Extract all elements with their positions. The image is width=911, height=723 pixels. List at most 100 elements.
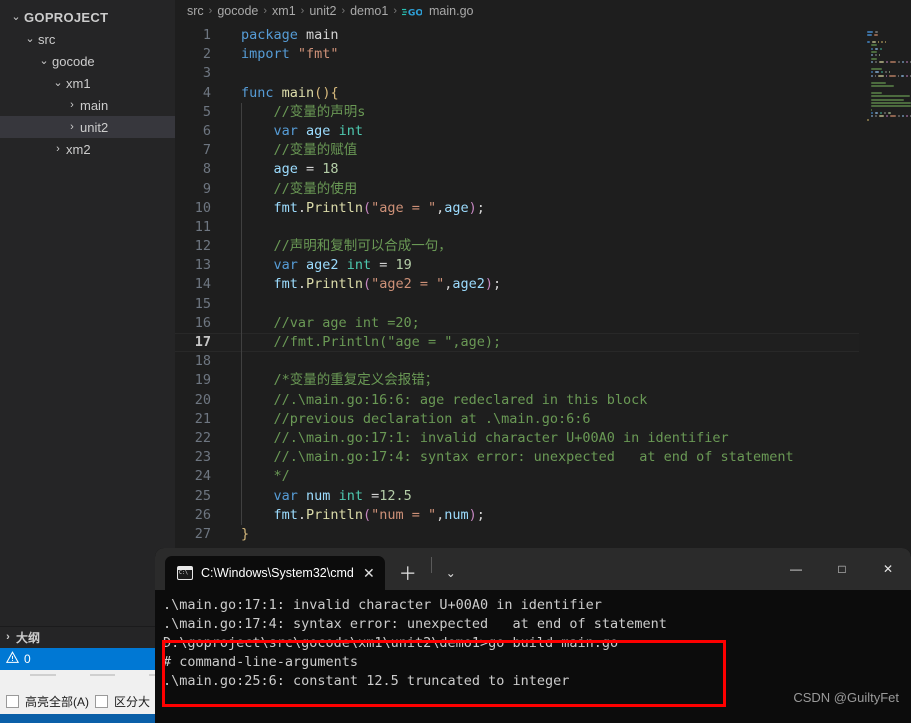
tree-item-label: xm1 bbox=[66, 75, 91, 91]
line-number: 5 bbox=[202, 103, 211, 120]
chevron-right-icon: › bbox=[6, 631, 10, 643]
code-line[interactable]: 20 //.\main.go:16:6: age redeclared in t… bbox=[175, 390, 911, 410]
line-number: 26 bbox=[194, 506, 211, 523]
minimap[interactable] bbox=[859, 22, 911, 522]
window-controls: — □ ✕ bbox=[773, 548, 911, 590]
indent-guide bbox=[241, 390, 242, 410]
sidebar-section-outline[interactable]: › 大纲 bbox=[0, 626, 175, 648]
cmd-prompt-icon bbox=[177, 566, 193, 580]
new-tab-icon[interactable]: ＋ bbox=[385, 556, 431, 590]
code-line[interactable]: 13 var age2 int = 19 bbox=[175, 256, 911, 276]
strip-pip bbox=[89, 674, 116, 676]
terminal-line: # command-line-arguments bbox=[163, 654, 359, 670]
code-line[interactable]: 3 bbox=[175, 64, 911, 83]
code-line[interactable]: 25 var num int =12.5 bbox=[175, 486, 911, 506]
match-case-checkbox[interactable] bbox=[95, 695, 108, 708]
code-line[interactable]: 21 //previous declaration at .\main.go:6… bbox=[175, 409, 911, 429]
code-line[interactable]: 23 //.\main.go:17:4: syntax error: unexp… bbox=[175, 448, 911, 468]
indent-guide bbox=[241, 371, 242, 391]
indent-guide bbox=[241, 160, 242, 180]
code-line[interactable]: 26 fmt.Println("num = ",num); bbox=[175, 505, 911, 525]
indent-guide bbox=[241, 121, 242, 142]
breadcrumb-separator: › bbox=[208, 5, 213, 17]
code-text: func main(){ bbox=[241, 84, 339, 101]
tree-item-xm2[interactable]: › xm2 bbox=[0, 138, 175, 160]
code-line[interactable]: 8 age = 18 bbox=[175, 160, 911, 180]
code-line[interactable]: 6 var age int bbox=[175, 121, 911, 142]
minimize-button[interactable]: — bbox=[773, 548, 819, 590]
code-text: var num int =12.5 bbox=[273, 487, 412, 504]
terminal-line: .\main.go:17:4: syntax error: unexpected… bbox=[163, 616, 667, 632]
code-text: age = 18 bbox=[273, 161, 339, 178]
code-line[interactable]: 10 fmt.Println("age = ",age); bbox=[175, 198, 911, 218]
code-line[interactable]: 27} bbox=[175, 525, 911, 544]
tree-item-xm1[interactable]: ⌄ xm1 bbox=[0, 72, 175, 94]
tree-item-label: unit2 bbox=[80, 119, 109, 135]
breadcrumb-item-xm1[interactable]: xm1 bbox=[272, 4, 296, 18]
code-line[interactable]: 1 package main bbox=[175, 26, 911, 45]
warning-triangle-icon bbox=[5, 651, 20, 667]
code-text: //.\main.go:17:1: invalid character U+00… bbox=[273, 429, 729, 446]
code-line[interactable]: 12 //声明和复制可以合成一句， bbox=[175, 237, 911, 257]
code-text: var age2 int = 19 bbox=[273, 257, 412, 274]
breadcrumb-item-file[interactable]: main.go bbox=[429, 4, 473, 18]
code-line[interactable]: 24 */ bbox=[175, 467, 911, 487]
tree-item-goproject[interactable]: ⌄ GOPROJECT bbox=[0, 6, 175, 28]
tree-item-label: src bbox=[38, 31, 56, 47]
breadcrumb-item-demo1[interactable]: demo1 bbox=[350, 4, 388, 18]
breadcrumb-item-gocode[interactable]: gocode bbox=[217, 4, 258, 18]
sidebar-section-label: 大纲 bbox=[16, 631, 41, 645]
code-text: import "fmt" bbox=[241, 46, 339, 63]
code-line[interactable]: 11 bbox=[175, 217, 911, 238]
line-number: 8 bbox=[202, 161, 211, 178]
code-line[interactable]: 22 //.\main.go:17:1: invalid character U… bbox=[175, 428, 911, 449]
breadcrumb-item-src[interactable]: src bbox=[187, 4, 204, 18]
maximize-button[interactable]: □ bbox=[819, 548, 865, 590]
close-window-button[interactable]: ✕ bbox=[865, 548, 911, 590]
code-line[interactable]: 14 fmt.Println("age2 = ",age2); bbox=[175, 275, 911, 295]
code-line[interactable]: 2 import "fmt" bbox=[175, 45, 911, 64]
code-line[interactable]: 18 bbox=[175, 352, 911, 372]
chevron-right-icon: › bbox=[70, 120, 74, 133]
breadcrumb-item-unit2[interactable]: unit2 bbox=[309, 4, 336, 18]
line-number: 23 bbox=[194, 449, 211, 466]
chevron-down-icon: ⌄ bbox=[53, 76, 63, 89]
tree-item-unit2[interactable]: › unit2 bbox=[0, 116, 175, 138]
warning-count: 0 bbox=[24, 652, 31, 666]
close-tab-icon[interactable]: ✕ bbox=[361, 566, 377, 580]
line-number: 20 bbox=[194, 391, 211, 408]
code-editor[interactable]: 1 package main 2 import "fmt" 3 4 func main(){… bbox=[175, 26, 911, 546]
terminal-tab[interactable]: C:\Windows\System32\cmd.e ✕ bbox=[165, 556, 385, 590]
tree-item-main[interactable]: › main bbox=[0, 94, 175, 116]
file-tree[interactable]: ⌄ GOPROJECT ⌄ src ⌄ gocode ⌄ xm1 › main › unit2 › xm2 bbox=[0, 0, 175, 626]
code-line[interactable]: 5 //变量的声明s bbox=[175, 102, 911, 122]
tree-item-label: main bbox=[80, 97, 109, 113]
status-warning-bar[interactable]: 0 bbox=[0, 648, 175, 670]
explorer-sidebar: ⌄ GOPROJECT ⌄ src ⌄ gocode ⌄ xm1 › main › unit2 › xm2… bbox=[0, 0, 175, 723]
code-line[interactable]: 15 bbox=[175, 294, 911, 314]
code-line[interactable]: 16 //var age int =20; bbox=[175, 313, 911, 333]
code-line[interactable]: 9 //变量的使用 bbox=[175, 179, 911, 199]
chevron-down-icon[interactable]: ⌄ bbox=[432, 556, 470, 590]
code-line[interactable]: 4 func main(){ bbox=[175, 84, 911, 103]
code-text: //.\main.go:17:4: syntax error: unexpect… bbox=[273, 449, 794, 466]
highlight-all-checkbox[interactable] bbox=[6, 695, 19, 708]
tree-item-src[interactable]: ⌄ src bbox=[0, 28, 175, 50]
tree-item-gocode[interactable]: ⌄ gocode bbox=[0, 50, 175, 72]
chevron-right-icon: › bbox=[70, 98, 74, 111]
terminal-output[interactable]: .\main.go:17:1: invalid character U+00A0… bbox=[155, 590, 911, 691]
code-text: //声明和复制可以合成一句， bbox=[273, 238, 452, 255]
indent-guide bbox=[241, 179, 242, 199]
line-number: 3 bbox=[202, 65, 211, 82]
line-number: 25 bbox=[194, 487, 211, 504]
code-line[interactable]: 17 //fmt.Println("age = ",age); bbox=[175, 333, 911, 353]
code-line[interactable]: 19 /*变量的重复定义会报错； bbox=[175, 371, 911, 391]
breadcrumb[interactable]: src › gocode › xm1 › unit2 › demo1 › GO main.go bbox=[175, 0, 911, 22]
line-number: 6 bbox=[202, 122, 211, 139]
line-number: 15 bbox=[194, 295, 211, 312]
code-line[interactable]: 7 //变量的赋值 bbox=[175, 141, 911, 161]
